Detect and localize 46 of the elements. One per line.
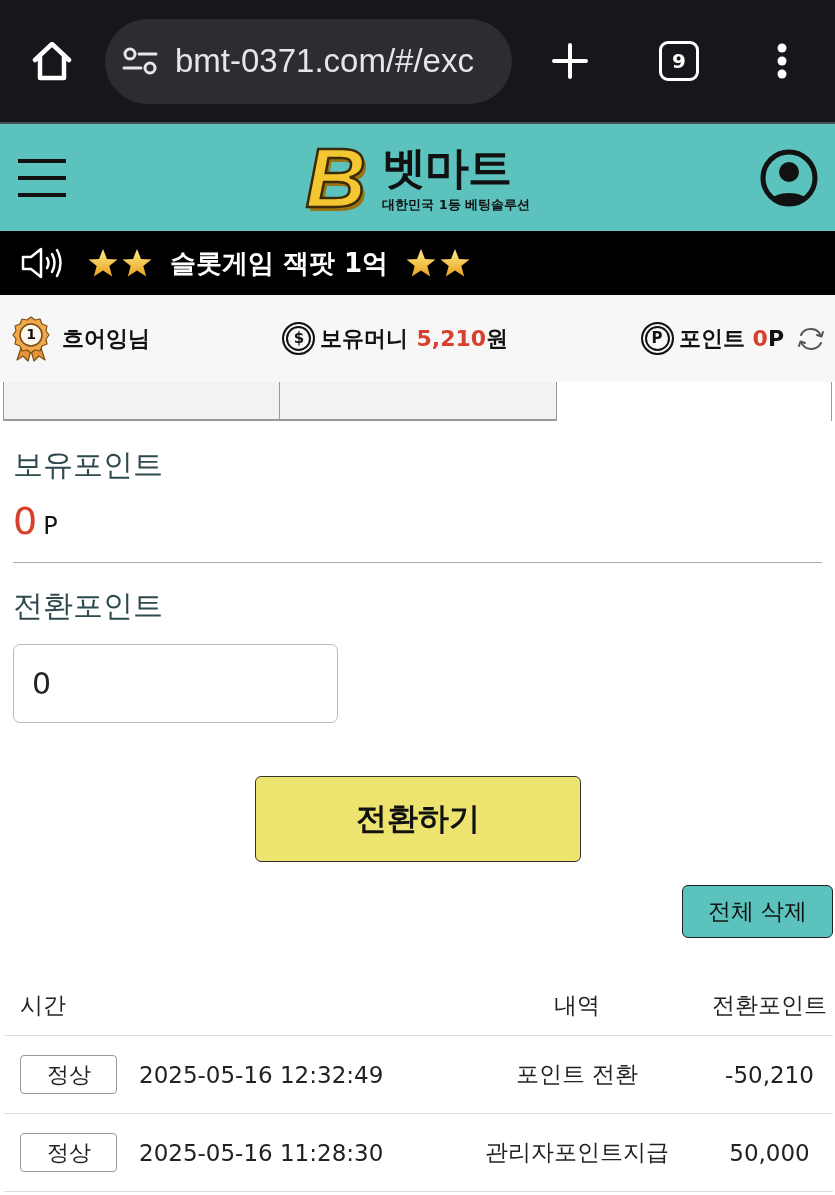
balance-value: 5,210: [416, 326, 487, 351]
point-coin-icon: P: [640, 322, 674, 355]
home-icon[interactable]: [32, 40, 72, 82]
status-badge: 정상: [20, 1055, 117, 1094]
url-text: bmt-0371.com/#/exc: [175, 42, 474, 80]
username: 흐어잉님: [62, 324, 150, 353]
more-menu-icon[interactable]: [777, 43, 787, 79]
balance-label: 포인트: [678, 324, 745, 353]
logo-title: 벳마트: [382, 142, 512, 193]
column-header: 시간: [20, 990, 66, 1020]
points-cell: 50,000: [729, 1139, 810, 1166]
balance-unit: P: [767, 326, 784, 351]
tab[interactable]: [3, 382, 279, 421]
balance-value: 0: [752, 326, 768, 351]
description-cell-text: 포인트 전환: [515, 1060, 639, 1089]
delete-all-button[interactable]: 전체 삭제: [682, 885, 833, 938]
star-icon: [88, 248, 118, 278]
address-bar[interactable]: bmt-0371.com/#/exc: [105, 18, 512, 104]
balance-value: 0: [13, 499, 38, 543]
tab-count-button[interactable]: 9: [659, 41, 699, 81]
logo-mark: B: [305, 132, 368, 223]
conversion-label: 전환포인트: [13, 588, 163, 624]
balance-unit: 원: [486, 324, 509, 353]
menu-icon[interactable]: [18, 158, 66, 197]
star-icon: [406, 248, 437, 278]
points-input[interactable]: 0: [13, 644, 338, 723]
tab[interactable]: [279, 382, 556, 421]
dollar-coin-icon: $: [282, 322, 316, 355]
column-header: 내역: [554, 990, 600, 1020]
profile-icon[interactable]: [760, 148, 818, 207]
description-cell-text: 관리자포인트지급: [485, 1138, 669, 1167]
status-badge: 정상: [20, 1133, 117, 1172]
convert-button[interactable]: 전환하기: [254, 776, 581, 862]
balance-label: 보유머니: [320, 324, 409, 353]
balance-unit: P: [43, 512, 58, 540]
notice-text: 슬롯게임 잭팟 1억: [170, 246, 389, 280]
balance-label: 보유포인트: [13, 447, 163, 483]
site-settings-icon[interactable]: [122, 46, 158, 76]
star-icon: [440, 248, 471, 278]
logo-subtitle: 대한민국 1등 베팅솔루션: [382, 196, 531, 213]
star-icon: [122, 248, 152, 278]
column-header: 전환포인트: [712, 990, 827, 1020]
points-cell: -50,210: [725, 1061, 814, 1088]
time-cell: 2025-05-16 12:32:49: [139, 1061, 384, 1088]
plus-icon[interactable]: [552, 43, 588, 79]
time-cell: 2025-05-16 11:28:30: [139, 1139, 384, 1166]
